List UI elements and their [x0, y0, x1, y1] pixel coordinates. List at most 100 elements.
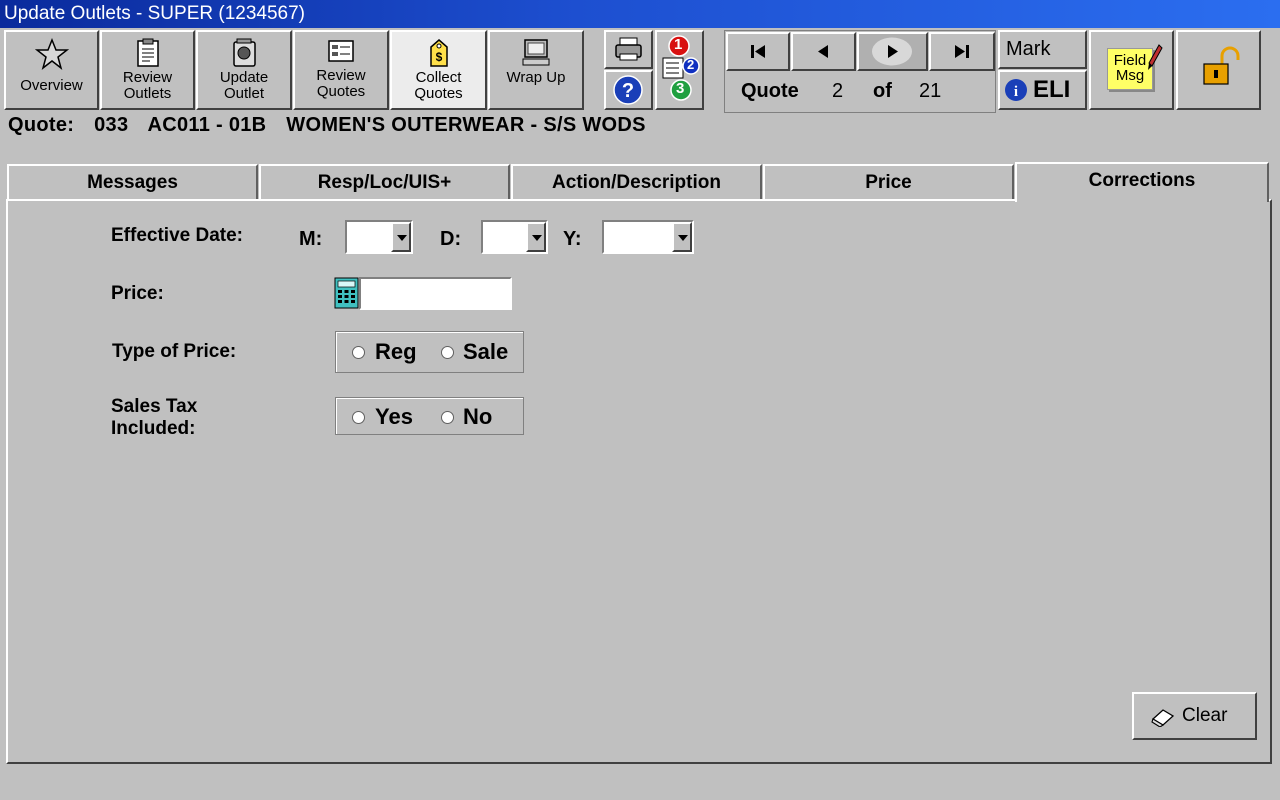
corrections-panel [6, 199, 1272, 764]
effective-date-label: Effective Date: [111, 225, 243, 246]
lock-button[interactable] [1176, 30, 1261, 110]
quote-position: Quote 2 of 21 [725, 71, 995, 111]
svg-text:$: $ [435, 50, 442, 64]
tab-corrections[interactable]: Corrections [1015, 162, 1269, 202]
star-icon [34, 38, 69, 70]
eraser-icon [1151, 709, 1175, 727]
next-record-button[interactable] [857, 32, 928, 71]
update-outlet-button[interactable]: Update Outlet [196, 30, 292, 110]
eli-label: ELI [1033, 76, 1071, 103]
quote-position-total: 21 [919, 80, 942, 102]
tab-price-label: Price [865, 172, 912, 193]
clear-label: Clear [1182, 705, 1228, 726]
eli-button[interactable]: i ELI [998, 70, 1087, 110]
tab-resp-loc-uis[interactable]: Resp/Loc/UIS+ [259, 164, 510, 200]
sales-tax-label-line1: Sales Tax [111, 396, 198, 417]
field-msg-label-1: Field [1113, 52, 1147, 69]
badge-2: 2 [687, 57, 695, 72]
tab-action-description[interactable]: Action/Description [511, 164, 762, 200]
help-button[interactable]: ? [604, 70, 653, 110]
info-icon: i [1005, 79, 1027, 101]
tab-messages-label: Messages [87, 172, 178, 193]
month-dropdown-arrow-icon[interactable] [391, 222, 411, 252]
last-record-button[interactable] [929, 32, 995, 71]
pencil-icon [1148, 44, 1163, 70]
tab-action-description-label: Action/Description [552, 172, 721, 193]
tab-resp-loc-uis-label: Resp/Loc/UIS+ [317, 172, 452, 193]
tab-price[interactable]: Price [763, 164, 1014, 200]
window-title: Update Outlets - SUPER (1234567) [4, 3, 305, 24]
update-outlet-label-2: Outlet [223, 85, 265, 102]
overview-label: Overview [20, 77, 83, 94]
review-quotes-button[interactable]: Review Quotes [293, 30, 389, 110]
day-select[interactable] [481, 220, 548, 254]
collect-quotes-label-2: Quotes [414, 85, 463, 102]
calculator-icon [334, 277, 359, 309]
price-tag-icon: $ [429, 39, 448, 67]
print-button[interactable] [604, 30, 653, 69]
reg-radio[interactable] [352, 346, 365, 359]
quote-navigator: Quote 2 of 21 [724, 30, 996, 113]
collect-quotes-button[interactable]: $ Collect Quotes [390, 30, 487, 110]
document-list-icon [328, 40, 354, 62]
quote-position-of: of [873, 80, 892, 102]
reg-label[interactable]: Reg [375, 339, 417, 365]
calculator-button[interactable] [334, 277, 359, 309]
sales-tax-group: Yes No [335, 397, 524, 435]
review-outlets-button[interactable]: Review Outlets [100, 30, 195, 110]
yes-label[interactable]: Yes [375, 404, 413, 430]
clear-button[interactable]: Clear [1132, 692, 1257, 740]
year-dropdown-arrow-icon[interactable] [672, 222, 692, 252]
last-record-icon [955, 45, 969, 58]
field-msg-button[interactable]: Field Msg [1089, 30, 1174, 110]
year-select[interactable] [602, 220, 694, 254]
svg-text:i: i [1014, 84, 1018, 100]
unlock-icon [1203, 46, 1240, 85]
month-label: M: [299, 228, 323, 250]
clipboard-icon [136, 38, 159, 67]
field-msg-label-2: Msg [1115, 67, 1145, 84]
sales-tax-label: Sales Tax Included: [111, 396, 197, 440]
review-outlets-label-2: Outlets [123, 85, 172, 102]
binder-icon [233, 38, 256, 67]
badge-3: 3 [676, 80, 685, 97]
priority-button[interactable]: 1 2 3 [655, 30, 704, 110]
printer-icon [615, 37, 642, 61]
wrap-up-button[interactable]: Wrap Up [488, 30, 584, 110]
no-label[interactable]: No [463, 404, 492, 430]
price-input[interactable] [359, 277, 512, 310]
year-label: Y: [563, 228, 582, 250]
price-label: Price: [111, 283, 164, 304]
type-of-price-label: Type of Price: [112, 341, 237, 362]
no-radio[interactable] [441, 411, 454, 424]
review-quotes-label-2: Quotes [316, 83, 366, 100]
quote-description: WOMEN'S OUTERWEAR - S/S WODS [286, 114, 646, 136]
sale-radio[interactable] [441, 346, 454, 359]
tab-messages[interactable]: Messages [7, 164, 258, 200]
help-icon: ? [613, 75, 643, 105]
collect-quotes-label-1: Collect [415, 69, 462, 86]
first-record-button[interactable] [726, 32, 790, 71]
previous-record-button[interactable] [791, 32, 856, 71]
quote-header: Quote: 033 AC011 - 01B WOMEN'S OUTERWEAR… [8, 114, 660, 137]
svg-text:?: ? [622, 80, 634, 102]
tab-corrections-label: Corrections [1088, 170, 1196, 191]
yes-radio[interactable] [352, 411, 365, 424]
previous-record-icon [818, 45, 828, 58]
quote-position-label: Quote [741, 80, 799, 102]
wrap-up-label: Wrap Up [506, 69, 566, 86]
update-outlet-label-1: Update [219, 69, 269, 86]
mark-button[interactable]: Mark [998, 30, 1087, 69]
next-record-icon [872, 37, 912, 66]
quote-position-current: 2 [832, 80, 844, 102]
month-select[interactable] [345, 220, 413, 254]
mark-label: Mark [1006, 38, 1051, 60]
sale-label[interactable]: Sale [463, 339, 508, 365]
review-quotes-label-1: Review [316, 67, 366, 84]
review-outlets-label-1: Review [122, 69, 173, 86]
first-record-icon [751, 45, 765, 58]
overview-button[interactable]: Overview [4, 30, 99, 110]
badge-1: 1 [674, 36, 683, 53]
day-dropdown-arrow-icon[interactable] [526, 222, 546, 252]
sales-tax-label-line2: Included: [111, 418, 196, 439]
